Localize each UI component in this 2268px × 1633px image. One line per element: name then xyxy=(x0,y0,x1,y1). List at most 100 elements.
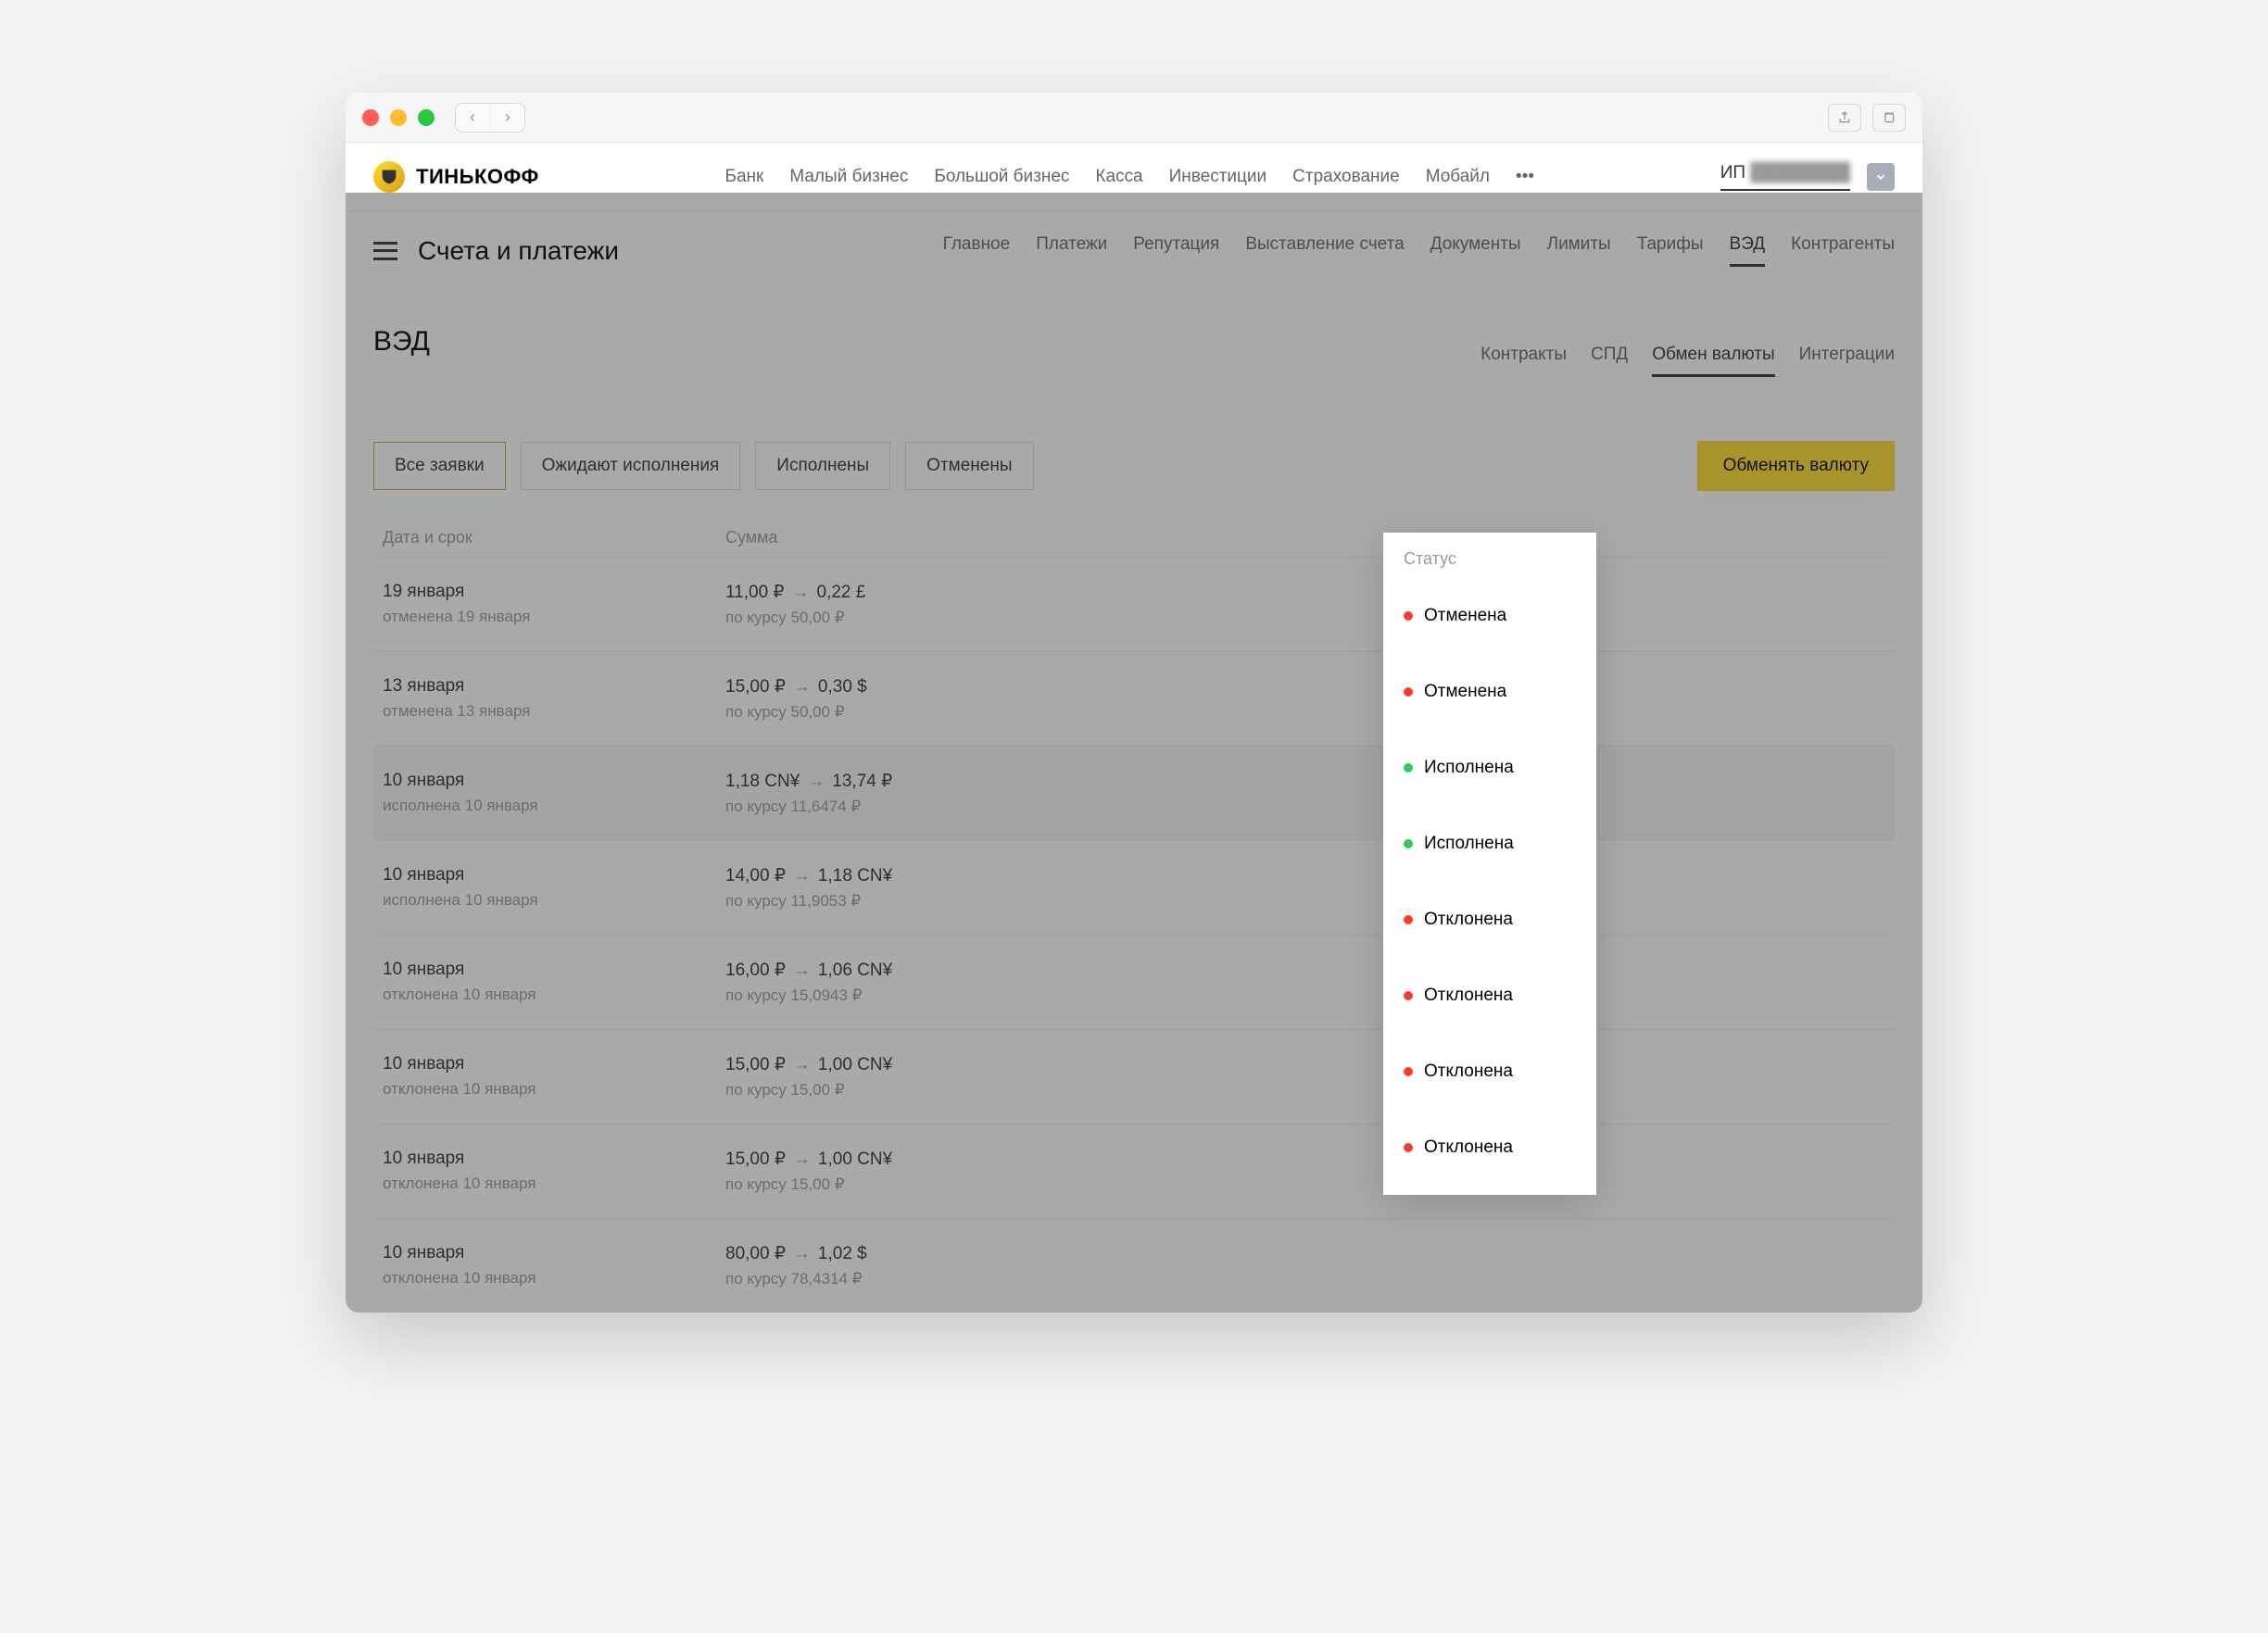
status-label: Исполнена xyxy=(1424,758,1514,778)
forward-button[interactable]: › xyxy=(491,104,524,132)
row-sub: исполнена 10 января xyxy=(383,797,725,815)
status-row: Отменена xyxy=(1383,654,1596,730)
status-label: Отклонена xyxy=(1424,1061,1513,1082)
sub-nav: Главное Платежи Репутация Выставление счета… xyxy=(943,234,1895,267)
back-button[interactable]: ‹ xyxy=(456,104,489,132)
topnav-item[interactable]: Малый бизнес xyxy=(789,167,908,187)
status-popup: Статус Отменена Отменена Исполнена Исполнен… xyxy=(1383,533,1596,1195)
status-dot-icon xyxy=(1404,839,1413,848)
row-date: 10 января xyxy=(383,865,725,886)
status-row: Отменена xyxy=(1383,578,1596,654)
status-label: Исполнена xyxy=(1424,834,1514,854)
subnav-item[interactable]: Репутация xyxy=(1133,234,1219,267)
row-date: 10 января xyxy=(383,1149,725,1169)
topnav-item[interactable]: Страхование xyxy=(1292,167,1400,187)
topnav-more[interactable]: ••• xyxy=(1516,167,1534,187)
tabs-button[interactable] xyxy=(1872,104,1906,132)
row-sub: отклонена 10 января xyxy=(383,986,725,1004)
maximize-window-button[interactable] xyxy=(418,109,435,126)
page-tabs: Контракты СПД Обмен валюты Интеграции xyxy=(1480,345,1895,377)
filter-button[interactable]: Все заявки xyxy=(373,442,506,490)
share-button[interactable] xyxy=(1828,104,1861,132)
browser-window: ‹ › ТИНЬКОФФ Банк Малый бизнес Большой биз… xyxy=(346,93,1922,1313)
minimize-window-button[interactable] xyxy=(390,109,407,126)
status-dot-icon xyxy=(1404,1067,1413,1076)
page-tab[interactable]: Контракты xyxy=(1480,345,1567,377)
table-header: Дата и срок Сумма xyxy=(373,519,1895,557)
page-tab[interactable]: Обмен валюты xyxy=(1652,345,1774,377)
status-row: Отклонена xyxy=(1383,1110,1596,1186)
brand[interactable]: ТИНЬКОФФ xyxy=(373,161,539,193)
subnav-item[interactable]: Лимиты xyxy=(1547,234,1611,267)
filter-button[interactable]: Исполнены xyxy=(755,442,890,490)
status-dot-icon xyxy=(1404,1143,1413,1152)
arrow-right-icon: → xyxy=(793,866,811,886)
row-date: 10 января xyxy=(383,1243,725,1263)
row-sub: отменена 19 января xyxy=(383,608,725,626)
status-label: Отклонена xyxy=(1424,986,1513,1006)
table-row[interactable]: 10 январяотклонена 10 января15,00 ₽→1,00… xyxy=(373,1029,1895,1124)
table-row[interactable]: 10 январяисполнена 10 января1,18 CN¥→13,… xyxy=(373,746,1895,840)
arrow-right-icon: → xyxy=(793,1244,811,1263)
table-row[interactable]: 10 январяотклонена 10 января80,00 ₽→1,02… xyxy=(373,1218,1895,1313)
row-date: 19 января xyxy=(383,582,725,602)
nav-buttons: ‹ › xyxy=(455,103,525,132)
topnav-item[interactable]: Касса xyxy=(1095,167,1142,187)
status-dot-icon xyxy=(1404,991,1413,1000)
row-sub: отклонена 10 января xyxy=(383,1080,725,1099)
traffic-lights xyxy=(362,109,435,126)
subnav-item[interactable]: Платежи xyxy=(1036,234,1107,267)
arrow-right-icon: → xyxy=(793,1055,811,1074)
arrow-right-icon: → xyxy=(792,583,810,602)
topnav-item[interactable]: Мобайл xyxy=(1426,167,1490,187)
col-date: Дата и срок xyxy=(373,528,725,547)
close-window-button[interactable] xyxy=(362,109,379,126)
user-block[interactable]: ИП ████████ xyxy=(1720,163,1895,191)
topnav-item[interactable]: Банк xyxy=(724,167,763,187)
menu-icon[interactable] xyxy=(373,242,397,260)
table-row[interactable]: 10 январяотклонена 10 января15,00 ₽→1,00… xyxy=(373,1124,1895,1218)
topnav-item[interactable]: Большой бизнес xyxy=(934,167,1069,187)
status-label: Отменена xyxy=(1424,682,1506,702)
status-row: Отклонена xyxy=(1383,882,1596,958)
exchange-button[interactable]: Обменять валюту xyxy=(1697,441,1895,491)
subnav-item[interactable]: Контрагенты xyxy=(1791,234,1895,267)
arrow-right-icon: → xyxy=(793,961,811,980)
row-sub: исполнена 10 января xyxy=(383,891,725,910)
app-header: ТИНЬКОФФ Банк Малый бизнес Большой бизнес К… xyxy=(346,143,1922,212)
row-sub: отклонена 10 января xyxy=(383,1269,725,1288)
arrow-right-icon: → xyxy=(807,772,825,791)
page-title: ВЭД xyxy=(373,326,430,358)
table-row[interactable]: 13 январяотменена 13 января15,00 ₽→0,30 … xyxy=(373,651,1895,746)
filter-button[interactable]: Ожидают исполнения xyxy=(521,442,741,490)
table-row[interactable]: 10 январяисполнена 10 января14,00 ₽→1,18… xyxy=(373,840,1895,935)
topnav-item[interactable]: Инвестиции xyxy=(1169,167,1267,187)
section-title: Счета и платежи xyxy=(418,236,619,266)
status-dot-icon xyxy=(1404,915,1413,924)
arrow-right-icon: → xyxy=(793,1149,811,1169)
filter-button[interactable]: Отменены xyxy=(905,442,1033,490)
table-row[interactable]: 19 январяотменена 19 января11,00 ₽→0,22 … xyxy=(373,557,1895,651)
status-label: Отклонена xyxy=(1424,910,1513,930)
row-date: 13 января xyxy=(383,676,725,697)
top-nav: Банк Малый бизнес Большой бизнес Касса Инвес… xyxy=(724,167,1534,187)
status-dot-icon xyxy=(1404,687,1413,697)
page-tab[interactable]: СПД xyxy=(1591,345,1628,377)
chevron-down-icon[interactable] xyxy=(1867,163,1895,191)
page-tab[interactable]: Интеграции xyxy=(1799,345,1895,377)
subnav-item[interactable]: ВЭД xyxy=(1730,234,1766,267)
table-row[interactable]: 10 январяотклонена 10 января16,00 ₽→1,06… xyxy=(373,935,1895,1029)
row-rate: по курсу 78,4314 ₽ xyxy=(725,1270,1672,1288)
arrow-right-icon: → xyxy=(793,677,811,697)
status-popup-header: Статус xyxy=(1383,533,1596,578)
subnav-item[interactable]: Главное xyxy=(943,234,1011,267)
subnav-item[interactable]: Тарифы xyxy=(1637,234,1704,267)
status-dot-icon xyxy=(1404,763,1413,773)
user-name: ИП ████████ xyxy=(1720,163,1850,191)
window-titlebar: ‹ › xyxy=(346,93,1922,143)
subnav-item[interactable]: Документы xyxy=(1430,234,1521,267)
status-row: Отклонена xyxy=(1383,1034,1596,1110)
subnav-item[interactable]: Выставление счета xyxy=(1245,234,1404,267)
table-rows: 19 январяотменена 19 января11,00 ₽→0,22 … xyxy=(373,557,1895,1313)
status-row: Исполнена xyxy=(1383,806,1596,882)
